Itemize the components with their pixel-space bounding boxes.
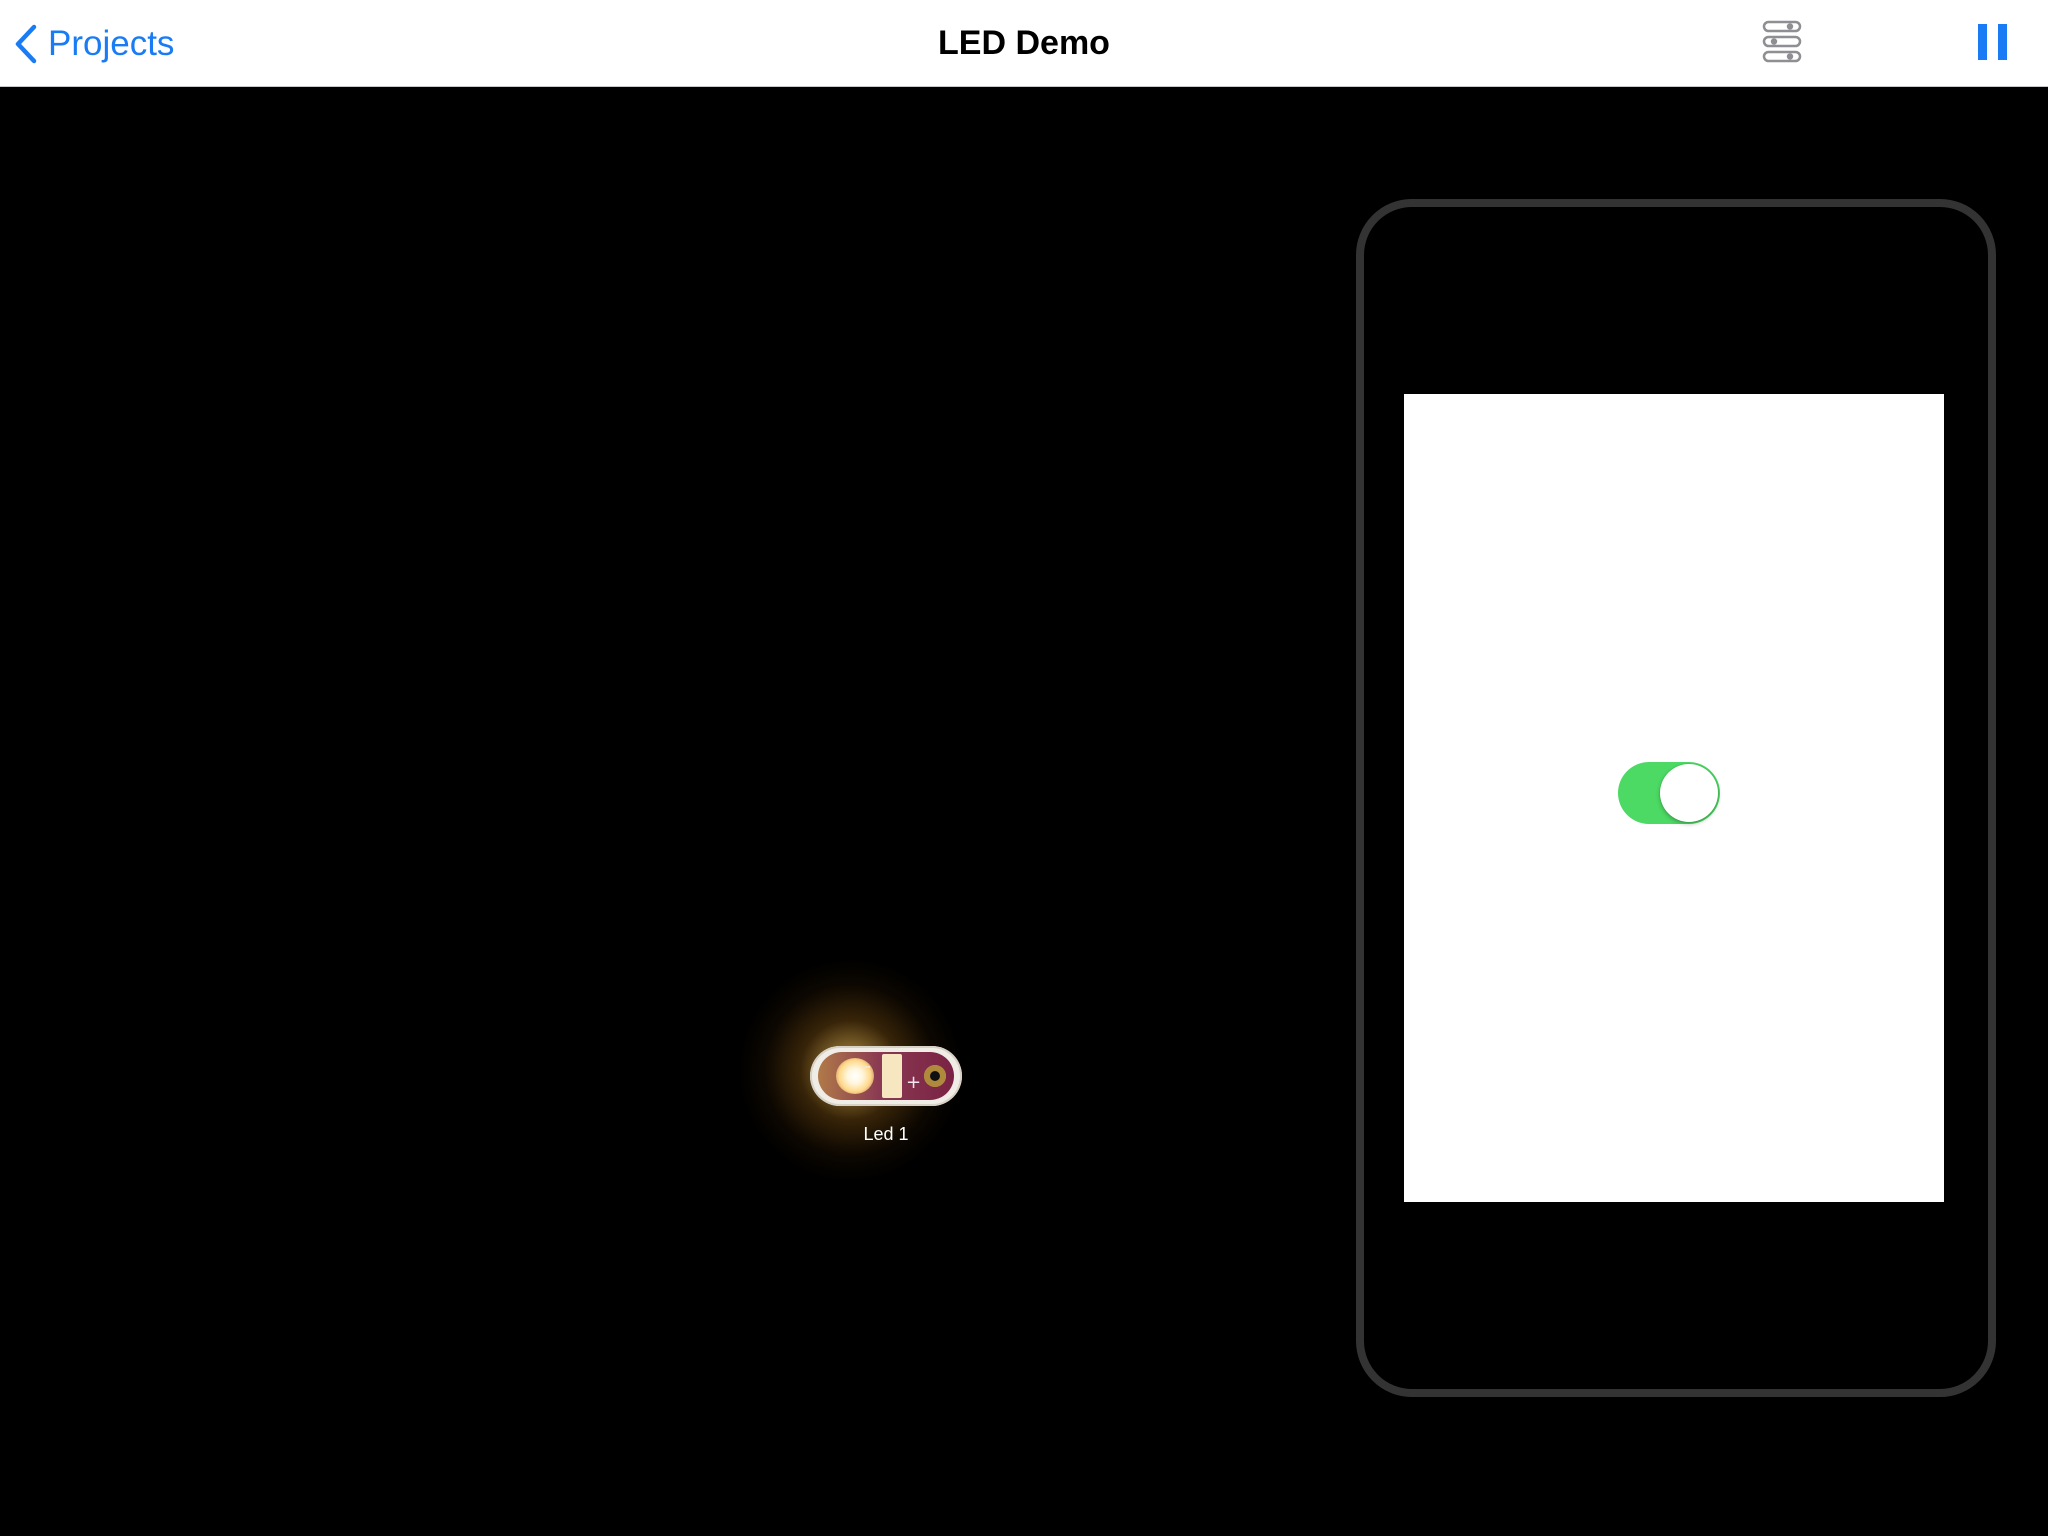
chevron-left-icon [14, 24, 38, 64]
pause-button[interactable] [1974, 20, 2014, 64]
settings-button[interactable] [1756, 18, 1808, 66]
sliders-icon [1756, 20, 1808, 70]
back-label: Projects [48, 24, 175, 63]
page-title: LED Demo [938, 24, 1110, 62]
navigation-bar: Projects LED Demo [0, 0, 2048, 87]
plus-icon: + [906, 1072, 922, 1093]
sew-tab-hole [924, 1065, 946, 1087]
minus-icon [862, 1066, 870, 1068]
led-label: Led 1 [863, 1124, 909, 1144]
pause-icon [1974, 24, 2014, 68]
toggle-switch[interactable] [1618, 762, 1720, 824]
back-button[interactable]: Projects [14, 20, 174, 68]
led-light-icon [836, 1058, 874, 1094]
led-component[interactable]: + [810, 1046, 962, 1106]
toggle-knob[interactable] [1660, 764, 1718, 822]
led-chip [882, 1054, 902, 1098]
